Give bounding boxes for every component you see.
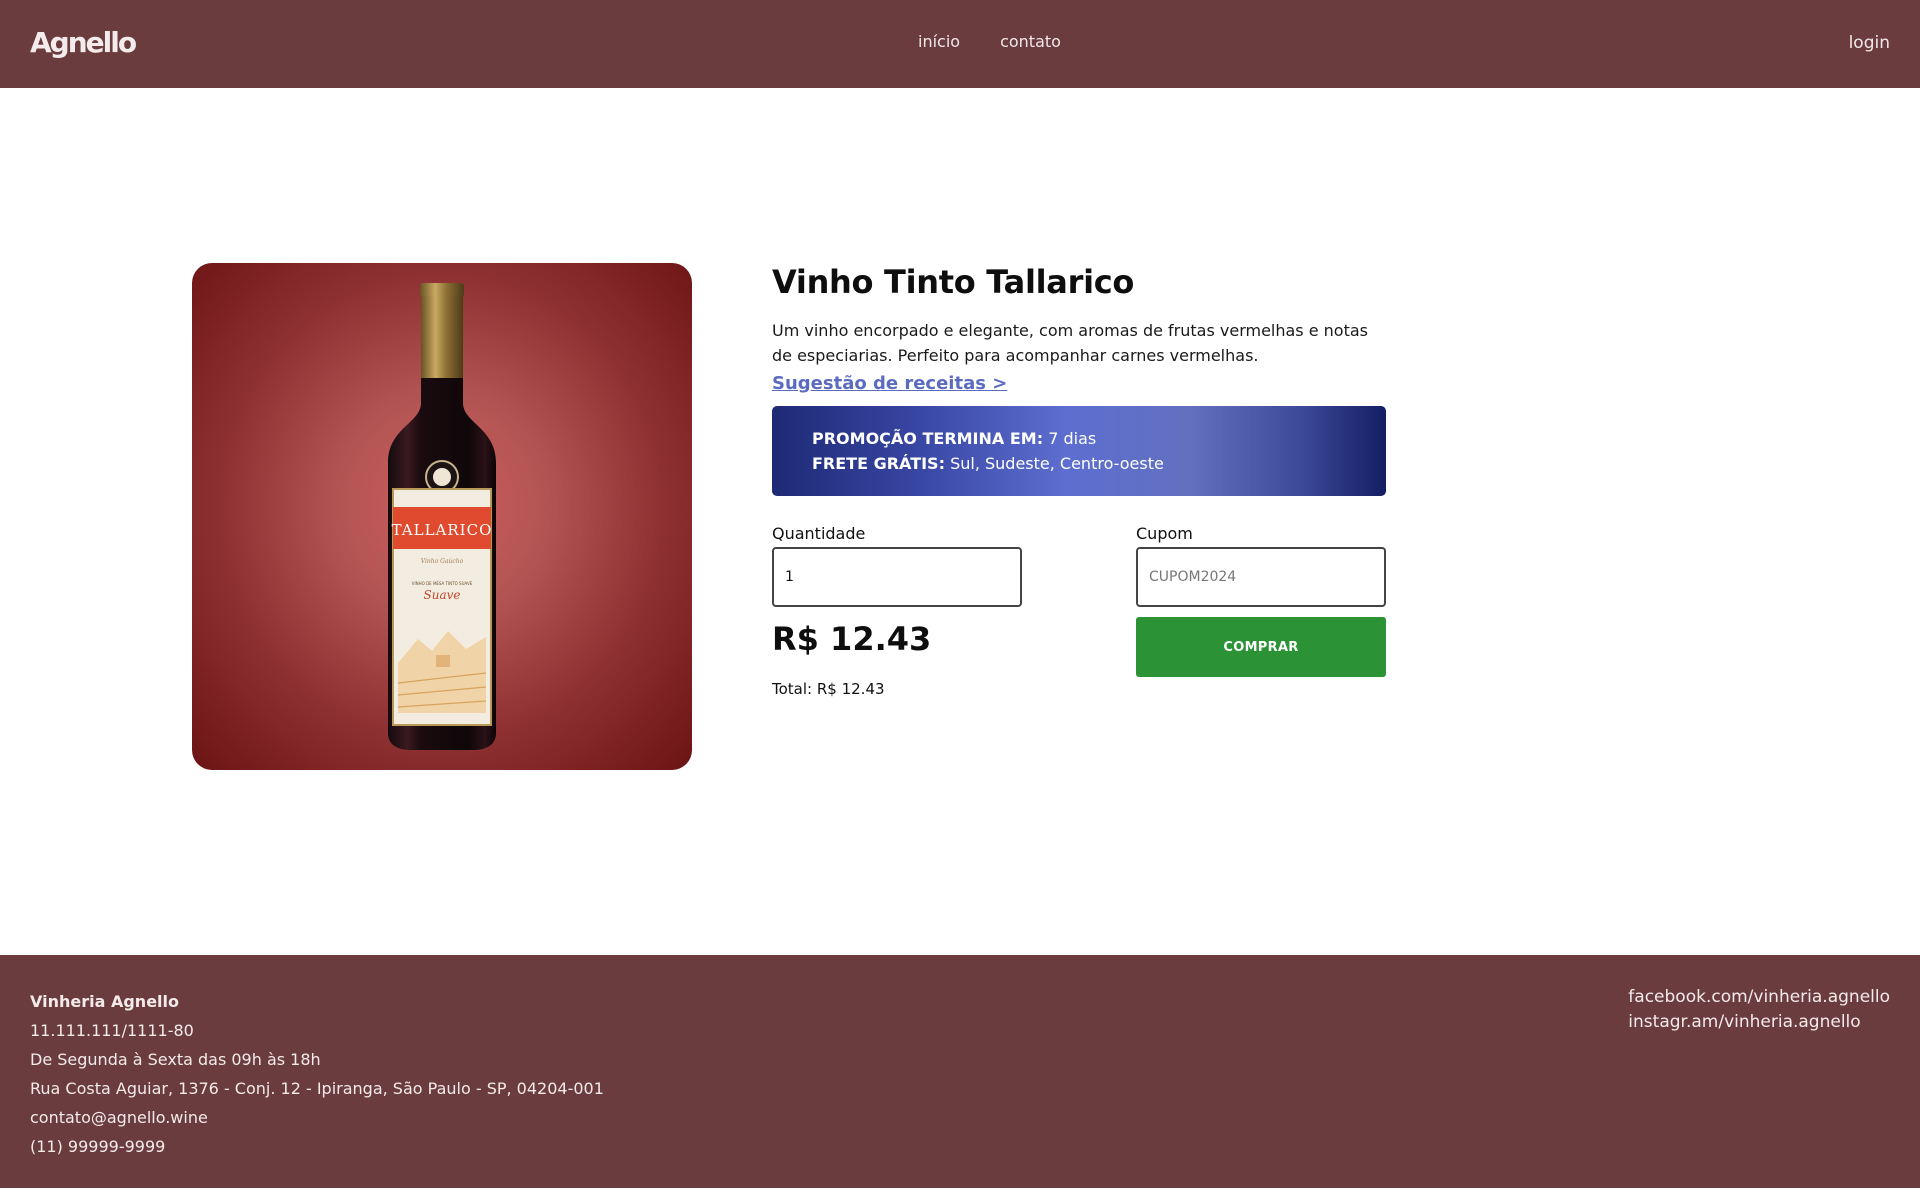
wine-bottle-illustration: TALLARICO Vinho Gaúcho VINHO DE MESA TIN… (388, 283, 496, 750)
quantity-input[interactable] (772, 547, 1022, 607)
promo-shipping-value: Sul, Sudeste, Centro-oeste (950, 454, 1164, 473)
buy-button[interactable]: COMPRAR (1136, 617, 1386, 677)
bottle-label-brand: TALLARICO (392, 521, 493, 539)
footer-cnpj: 11.111.111/1111-80 (30, 1021, 194, 1040)
login-link[interactable]: login (1849, 33, 1890, 53)
bottle-label-sub: Vinho Gaúcho (421, 558, 464, 565)
footer-phone: (11) 99999-9999 (30, 1137, 166, 1156)
footer-info: Vinheria Agnello 11.111.111/1111-80 De S… (30, 987, 604, 1161)
bottle-label-small: VINHO DE MESA TINTO SUAVE (412, 581, 473, 586)
promo-shipping-label: FRETE GRÁTIS: (812, 454, 945, 473)
promo-ends-value: 7 dias (1048, 429, 1097, 448)
site-footer: Vinheria Agnello 11.111.111/1111-80 De S… (0, 955, 1920, 1188)
product-image: TALLARICO Vinho Gaúcho VINHO DE MESA TIN… (192, 263, 692, 770)
coupon-label: Cupom (1136, 524, 1193, 543)
promo-ends-label: PROMOÇÃO TERMINA EM: (812, 429, 1044, 448)
promo-banner: PROMOÇÃO TERMINA EM: 7 dias FRETE GRÁTIS… (772, 406, 1386, 496)
footer-email: contato@agnello.wine (30, 1108, 208, 1127)
bottle-capsule (421, 296, 463, 378)
facebook-link[interactable]: facebook.com/vinheria.agnello (1628, 985, 1890, 1010)
bottle-medallion-face (433, 468, 451, 486)
footer-hours: De Segunda à Sexta das 09h às 18h (30, 1050, 321, 1069)
bottle-label-style: Suave (424, 588, 461, 602)
nav-link-contato[interactable]: contato (1000, 32, 1061, 51)
promo-ends-line: PROMOÇÃO TERMINA EM: 7 dias (812, 426, 1386, 451)
main-nav: início contato (918, 32, 1061, 51)
bottle-cap (420, 283, 464, 297)
quantity-label: Quantidade (772, 524, 866, 543)
product-title: Vinho Tinto Tallarico (772, 263, 1135, 301)
site-logo[interactable]: Agnello (30, 26, 137, 59)
recipes-link[interactable]: Sugestão de receitas > (772, 373, 1007, 394)
product-description: Um vinho encorpado e elegante, com aroma… (772, 321, 1368, 365)
coupon-input[interactable] (1136, 547, 1386, 607)
label-vineyard-house (436, 655, 450, 667)
instagram-link[interactable]: instagr.am/vinheria.agnello (1628, 1010, 1890, 1035)
footer-company: Vinheria Agnello (30, 992, 179, 1011)
order-total: Total: R$ 12.43 (772, 680, 885, 698)
promo-shipping-line: FRETE GRÁTIS: Sul, Sudeste, Centro-oeste (812, 451, 1386, 476)
site-header: Agnello início contato login (0, 0, 1920, 88)
nav-link-inicio[interactable]: início (918, 32, 960, 51)
footer-social: facebook.com/vinheria.agnello instagr.am… (1628, 985, 1890, 1035)
product-price: R$ 12.43 (772, 620, 932, 658)
footer-address: Rua Costa Aguiar, 1376 - Conj. 12 - Ipir… (30, 1079, 604, 1098)
